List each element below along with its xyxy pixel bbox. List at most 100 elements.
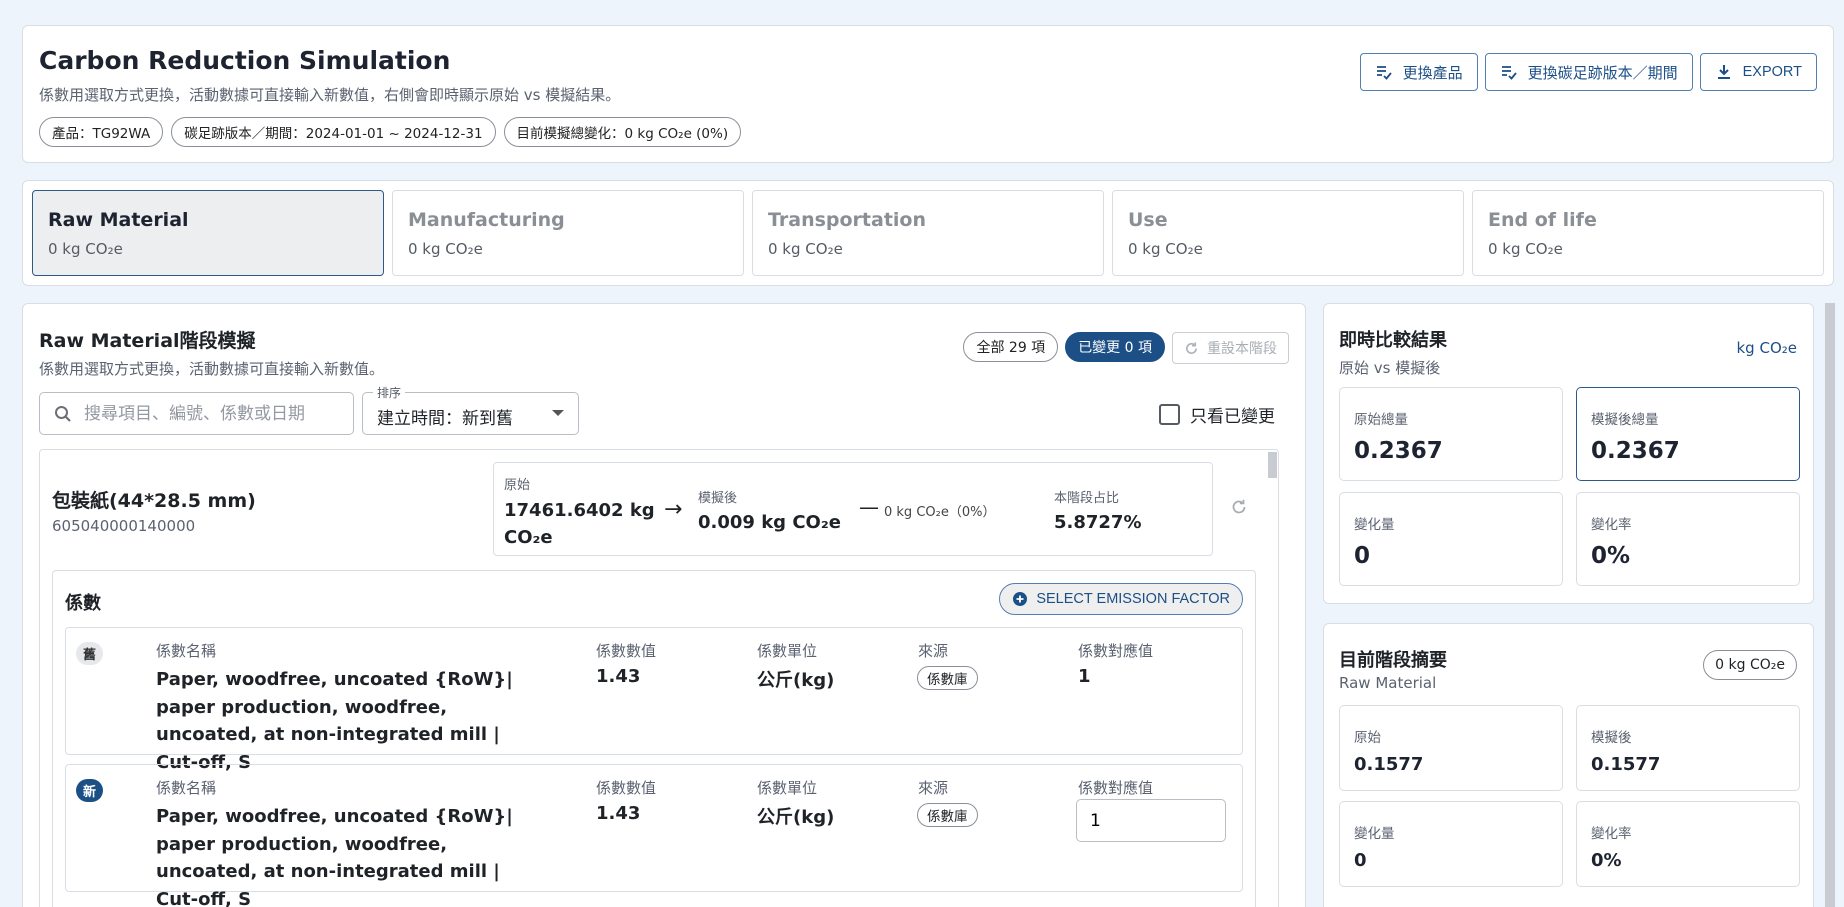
- change-product-label: 更換產品: [1402, 64, 1463, 82]
- stage-name: Transportation: [768, 209, 927, 231]
- coef-mapping-input[interactable]: [1076, 799, 1226, 842]
- coefficient-section: 係數 SELECT EMISSION FACTOR 舊 係數名稱 係數數值 係數…: [52, 570, 1256, 907]
- refresh-icon: [1186, 341, 1198, 354]
- download-icon: [1717, 65, 1730, 79]
- stage-value: 0 kg CO₂e: [768, 240, 843, 258]
- stage-tab-end-of-life[interactable]: End of life 0 kg CO₂e: [1472, 190, 1824, 276]
- stage-value: 0 kg CO₂e: [408, 240, 483, 258]
- coef-source-chip: 係數庫: [917, 803, 978, 827]
- simulation-badges: 全部 29 項 已變更 0 項 重設本階段: [963, 332, 1289, 364]
- reset-stage-button[interactable]: 重設本階段: [1172, 332, 1289, 364]
- only-changed-checkbox[interactable]: [1159, 404, 1180, 425]
- stage-tab-transportation[interactable]: Transportation 0 kg CO₂e: [752, 190, 1104, 276]
- total-change-chip: 目前模擬總變化：0 kg CO₂e (0%): [503, 117, 742, 147]
- unit-toggle[interactable]: kg CO₂e: [1737, 339, 1798, 357]
- coefficient-row-old: 舊 係數名稱 係數數值 係數單位 來源 係數對應值 Paper, woodfre…: [65, 627, 1243, 773]
- search-input[interactable]: [84, 403, 334, 424]
- simulated-total-card: 模擬後總量 0.2367: [1576, 387, 1800, 481]
- stage-simulation-panel: Raw Material階段模擬 係數用選取方式更換，活動數據可直接輸入新數值。…: [22, 303, 1306, 907]
- page-subtitle: 係數用選取方式更換，活動數據可直接輸入新數值，右側會即時顯示原始 vs 模擬結果…: [39, 86, 621, 104]
- version-chip: 碳足跡版本／期間：2024-01-01 ~ 2024-12-31: [171, 117, 496, 147]
- context-chips: 產品：TG92WA 碳足跡版本／期間：2024-01-01 ~ 2024-12-…: [39, 117, 742, 147]
- card-value: 0: [1354, 850, 1367, 871]
- coef-value-label: 係數數值: [596, 642, 657, 660]
- coef-source-label: 來源: [918, 642, 949, 660]
- coef-unit: 公斤(kg): [757, 670, 835, 691]
- coef-mapping: 1: [1078, 666, 1091, 687]
- original-label: 原始: [504, 478, 531, 493]
- stage-value: 0 kg CO₂e: [1488, 240, 1563, 258]
- card-value: 0.1577: [1591, 754, 1661, 775]
- sort-label: 排序: [373, 384, 406, 401]
- change-version-button[interactable]: 更換碳足跡版本／期間: [1484, 53, 1693, 91]
- select-emission-factor-button[interactable]: SELECT EMISSION FACTOR: [999, 583, 1243, 615]
- coef-mapping-label: 係數對應值: [1078, 642, 1154, 660]
- coef-name-label: 係數名稱: [156, 779, 217, 797]
- all-items-filter[interactable]: 全部 29 項: [963, 332, 1059, 362]
- stage-tab-manufacturing[interactable]: Manufacturing 0 kg CO₂e: [392, 190, 744, 276]
- header-panel: Carbon Reduction Simulation 係數用選取方式更換，活動…: [22, 25, 1834, 163]
- caret-down-icon: [552, 410, 564, 416]
- compare-subtitle: 原始 vs 模擬後: [1339, 359, 1441, 377]
- stage-name: Manufacturing: [408, 209, 565, 231]
- product-chip: 產品：TG92WA: [39, 117, 164, 147]
- stage-summary-panel: 目前階段摘要 Raw Material 0 kg CO₂e 原始 0.1577 …: [1323, 623, 1814, 907]
- summary-change-rate-card: 變化率 0%: [1576, 801, 1800, 887]
- coef-unit-label: 係數單位: [757, 642, 818, 660]
- stage-tab-raw-material[interactable]: Raw Material 0 kg CO₂e: [32, 190, 384, 276]
- original-value-line1: 17461.6402 kg: [504, 500, 655, 521]
- coef-value: 1.43: [596, 666, 641, 687]
- compare-title: 即時比較結果: [1339, 330, 1447, 351]
- coefficient-row-new: 新 係數名稱 係數數值 係數單位 來源 係數對應值 Paper, woodfre…: [65, 764, 1243, 907]
- coef-source-chip: 係數庫: [917, 666, 978, 690]
- original-total-card: 原始總量 0.2367: [1339, 387, 1563, 481]
- item-code: 605040000140000: [52, 517, 196, 535]
- list-scrollbar[interactable]: [1265, 450, 1278, 907]
- changed-items-filter[interactable]: 已變更 0 項: [1065, 332, 1165, 362]
- change-product-button[interactable]: 更換產品: [1359, 53, 1478, 91]
- summary-simulated-card: 模擬後 0.1577: [1576, 705, 1800, 791]
- only-changed-toggle[interactable]: 只看已變更: [1159, 402, 1275, 427]
- coef-value-label: 係數數值: [596, 779, 657, 797]
- stage-tab-use[interactable]: Use 0 kg CO₂e: [1112, 190, 1464, 276]
- sort-value: 建立時間：新到舊: [377, 409, 513, 429]
- export-label: EXPORT: [1742, 64, 1802, 80]
- stage-name: End of life: [1488, 209, 1597, 231]
- card-value: 0.1577: [1354, 754, 1424, 775]
- original-value: 17461.6402 kg CO₂e: [504, 497, 655, 551]
- coefficient-title: 係數: [65, 593, 101, 614]
- scrollbar-thumb[interactable]: [1268, 452, 1277, 478]
- change-amount-card: 變化量 0: [1339, 492, 1563, 586]
- item-name: 包裝紙(44*28.5 mm): [52, 490, 256, 512]
- only-changed-label: 只看已變更: [1190, 407, 1275, 427]
- simulated-label: 模擬後: [698, 491, 738, 506]
- coef-mapping-label: 係數對應值: [1078, 779, 1154, 797]
- coef-unit-label: 係數單位: [757, 779, 818, 797]
- coef-name: Paper, woodfree, uncoated {RoW}| paper p…: [156, 669, 513, 773]
- card-label: 原始: [1354, 730, 1381, 746]
- search-field[interactable]: [39, 392, 354, 435]
- playlist-check-icon: [1501, 66, 1517, 80]
- page-title: Carbon Reduction Simulation: [39, 46, 451, 75]
- search-icon: [55, 405, 71, 422]
- old-tag: 舊: [76, 642, 103, 665]
- stage-name: Raw Material: [48, 209, 189, 231]
- export-button[interactable]: EXPORT: [1699, 53, 1817, 91]
- item-reset-icon[interactable]: [1230, 498, 1248, 516]
- summary-unit-chip: 0 kg CO₂e: [1703, 650, 1797, 680]
- change-rate-card: 變化率 0%: [1576, 492, 1800, 586]
- stage-tabs: Raw Material 0 kg CO₂e Manufacturing 0 k…: [22, 180, 1834, 286]
- card-label: 模擬後總量: [1591, 412, 1659, 428]
- item-delta: 0 kg CO₂e（0%）: [884, 505, 996, 520]
- realtime-compare-panel: 即時比較結果 原始 vs 模擬後 kg CO₂e 原始總量 0.2367 模擬後…: [1323, 303, 1814, 604]
- card-label: 原始總量: [1354, 412, 1408, 428]
- card-label: 變化量: [1354, 517, 1395, 533]
- coef-unit: 公斤(kg): [757, 807, 835, 828]
- sort-select[interactable]: 排序 建立時間：新到舊: [362, 384, 579, 435]
- dash-icon: —: [859, 495, 879, 519]
- summary-original-card: 原始 0.1577: [1339, 705, 1563, 791]
- card-value: 0.2367: [1591, 438, 1680, 464]
- card-value: 0%: [1591, 850, 1622, 871]
- page-scrollbar[interactable]: [1825, 303, 1835, 907]
- coef-name-label: 係數名稱: [156, 642, 217, 660]
